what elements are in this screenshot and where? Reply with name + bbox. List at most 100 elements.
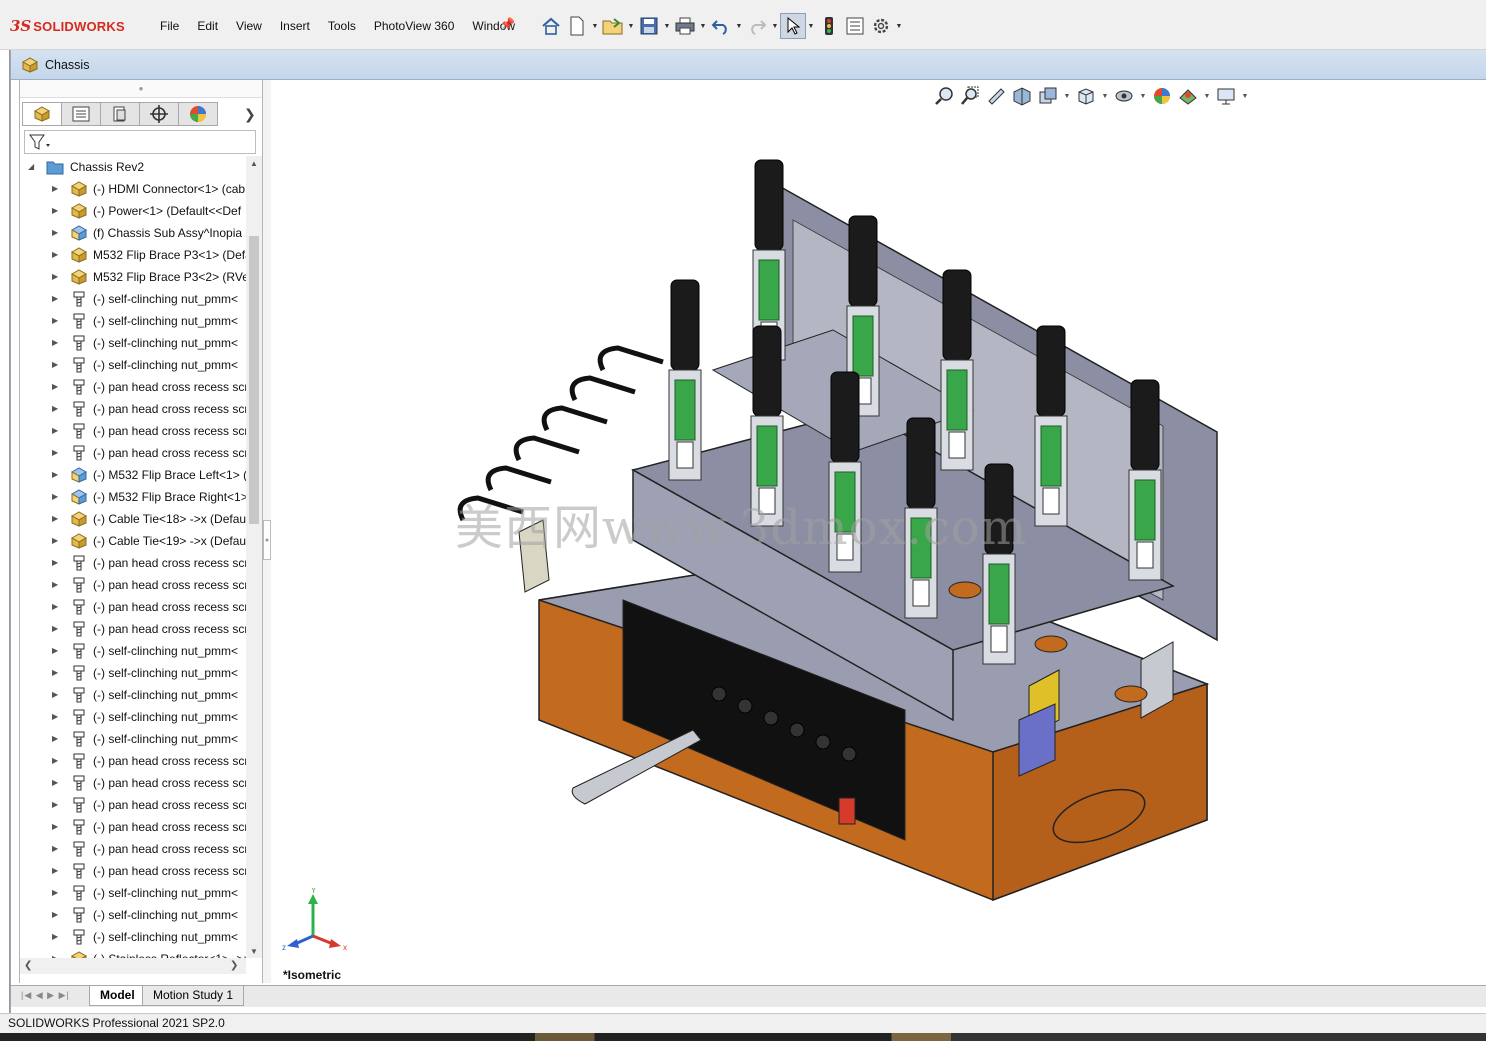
collapse-arrow-icon[interactable]: ◢ (28, 156, 38, 178)
expand-arrow-icon[interactable]: ▶ (52, 706, 62, 728)
tree-item[interactable]: ▶ (-) self-clinching nut_pmm< (20, 684, 246, 706)
usb-stick-part[interactable] (940, 269, 974, 471)
expand-arrow-icon[interactable]: ▶ (52, 310, 62, 332)
tree-item[interactable]: ▶ (-) Cable Tie<18> ->x (Defau (20, 508, 246, 530)
expand-arrow-icon[interactable]: ▶ (52, 530, 62, 552)
tree-item[interactable]: ▶ (-) self-clinching nut_pmm< (20, 310, 246, 332)
expand-arrow-icon[interactable]: ▶ (52, 266, 62, 288)
configurationmanager-tab[interactable] (100, 102, 140, 126)
tree-item[interactable]: ▶ (-) pan head cross recess scre (20, 618, 246, 640)
scroll-thumb[interactable] (249, 236, 259, 524)
tab-nav-arrows-icon[interactable]: |◀ ◀ ▶ ▶| (21, 990, 70, 1001)
expand-arrow-icon[interactable]: ▶ (52, 552, 62, 574)
expand-arrow-icon[interactable]: ▶ (52, 640, 62, 662)
save-dropdown-icon[interactable]: ▼ (662, 13, 672, 39)
open-folder-icon[interactable] (600, 13, 626, 39)
tree-item[interactable]: ▶ (-) self-clinching nut_pmm< (20, 332, 246, 354)
select-cursor-icon[interactable] (780, 13, 806, 39)
usb-stick-part[interactable] (1128, 379, 1162, 581)
tree-item[interactable]: ▶ (-) M532 Flip Brace Right<1> (20, 486, 246, 508)
expand-arrow-icon[interactable]: ▶ (52, 882, 62, 904)
options-dropdown-icon[interactable]: ▼ (894, 13, 904, 39)
expand-arrow-icon[interactable]: ▶ (52, 574, 62, 596)
expand-arrow-icon[interactable]: ▶ (52, 464, 62, 486)
scroll-left-icon[interactable]: ❮ (24, 958, 32, 974)
undo-dropdown-icon[interactable]: ▼ (734, 13, 744, 39)
tree-item[interactable]: ▶ (-) self-clinching nut_pmm< (20, 882, 246, 904)
propertymanager-tab[interactable] (61, 102, 101, 126)
tree-item[interactable]: ▶ (-) self-clinching nut_pmm< (20, 354, 246, 376)
expand-arrow-icon[interactable]: ▶ (52, 860, 62, 882)
print-dropdown-icon[interactable]: ▼ (698, 13, 708, 39)
menu-tools[interactable]: Tools (319, 17, 365, 35)
file-properties-icon[interactable] (842, 13, 868, 39)
tree-item[interactable]: ▶ (-) pan head cross recess scre (20, 442, 246, 464)
tree-item[interactable]: ▶ (-) Stainless Reflector<1> ->: (20, 948, 246, 958)
tree-item[interactable]: ▶ (-) self-clinching nut_pmm< (20, 662, 246, 684)
tree-item[interactable]: ▶ (-) pan head cross recess scre (20, 596, 246, 618)
scroll-right-icon[interactable]: ❯ (230, 958, 238, 974)
scroll-up-icon[interactable]: ▲ (246, 156, 262, 170)
save-icon[interactable] (636, 13, 662, 39)
tree-vertical-scrollbar[interactable]: ▲ ▼ (246, 156, 262, 958)
expand-arrow-icon[interactable]: ▶ (52, 376, 62, 398)
options-gear-icon[interactable] (868, 13, 894, 39)
expand-arrow-icon[interactable]: ▶ (52, 816, 62, 838)
undo-icon[interactable] (708, 13, 734, 39)
tree-item[interactable]: ▶ (-) pan head cross recess scre (20, 552, 246, 574)
tree-item[interactable]: ▶ (-) self-clinching nut_pmm< (20, 728, 246, 750)
redo-dropdown-icon[interactable]: ▼ (770, 13, 780, 39)
tree-item[interactable]: ▶ (-) pan head cross recess scre (20, 772, 246, 794)
menu-edit[interactable]: Edit (188, 17, 227, 35)
expand-arrow-icon[interactable]: ▶ (52, 442, 62, 464)
print-icon[interactable] (672, 13, 698, 39)
new-dropdown-icon[interactable]: ▼ (590, 13, 600, 39)
tree-horizontal-scrollbar[interactable]: ❮ ❯ (20, 958, 246, 974)
expand-arrow-icon[interactable]: ▶ (52, 332, 62, 354)
expand-arrow-icon[interactable]: ▶ (52, 838, 62, 860)
expand-arrow-icon[interactable]: ▶ (52, 398, 62, 420)
expand-arrow-icon[interactable]: ▶ (52, 420, 62, 442)
expand-arrow-icon[interactable]: ▶ (52, 684, 62, 706)
tree-root[interactable]: ◢ Chassis Rev2 (20, 156, 246, 178)
splitter-handle[interactable]: ● (263, 520, 271, 560)
tree-item[interactable]: ▶ (-) HDMI Connector<1> (cab (20, 178, 246, 200)
tab-motion-study[interactable]: Motion Study 1 (142, 986, 245, 1006)
expand-arrow-icon[interactable]: ▶ (52, 596, 62, 618)
tree-item[interactable]: ▶ (-) self-clinching nut_pmm< (20, 706, 246, 728)
expand-arrow-icon[interactable]: ▶ (52, 728, 62, 750)
expand-arrow-icon[interactable]: ▶ (52, 662, 62, 684)
expand-arrow-icon[interactable]: ▶ (52, 618, 62, 640)
expand-arrow-icon[interactable]: ▶ (52, 354, 62, 376)
tree-item[interactable]: ▶ M532 Flip Brace P3<2> (RVer (20, 266, 246, 288)
graphics-area[interactable]: ▼ ▼ ▼ ▼ ▼ 美西网www.3dmox.com Y x z *Isomet… (273, 80, 1486, 985)
redo-icon[interactable] (744, 13, 770, 39)
expand-arrow-icon[interactable]: ▶ (52, 200, 62, 222)
open-dropdown-icon[interactable]: ▼ (626, 13, 636, 39)
expand-arrow-icon[interactable]: ▶ (52, 904, 62, 926)
expand-arrow-icon[interactable]: ▶ (52, 948, 62, 958)
menu-insert[interactable]: Insert (271, 17, 319, 35)
expand-arrow-icon[interactable]: ▶ (52, 750, 62, 772)
tree-filter[interactable] (24, 130, 256, 154)
tree-item[interactable]: ▶ (-) self-clinching nut_pmm< (20, 904, 246, 926)
expand-arrow-icon[interactable]: ▶ (52, 222, 62, 244)
displaymanager-tab[interactable] (178, 102, 218, 126)
tree-item[interactable]: ▶ M532 Flip Brace P3<1> (Defa (20, 244, 246, 266)
tree-item[interactable]: ▶ (-) pan head cross recess scre (20, 420, 246, 442)
solidworks-logo[interactable]: 3S SOLIDWORKS (10, 14, 125, 38)
featuremanager-tab[interactable] (22, 102, 62, 126)
tree-item[interactable]: ▶ (-) pan head cross recess scre (20, 816, 246, 838)
expand-arrow-icon[interactable]: ▶ (52, 178, 62, 200)
rebuild-traffic-light-icon[interactable] (816, 13, 842, 39)
tab-model[interactable]: Model (89, 986, 146, 1006)
tree-item[interactable]: ▶ (-) self-clinching nut_pmm< (20, 640, 246, 662)
select-dropdown-icon[interactable]: ▼ (806, 13, 816, 39)
tree-item[interactable]: ▶ (-) pan head cross recess scre (20, 860, 246, 882)
menu-file[interactable]: File (151, 17, 188, 35)
expand-arrow-icon[interactable]: ▶ (52, 486, 62, 508)
tree-item[interactable]: ▶ (-) Power<1> (Default<<Def (20, 200, 246, 222)
tree-item[interactable]: ▶ (f) Chassis Sub Assy^Inopia ( (20, 222, 246, 244)
expand-arrow-icon[interactable]: ▶ (52, 244, 62, 266)
tree-item[interactable]: ▶ (-) Cable Tie<19> ->x (Defau (20, 530, 246, 552)
